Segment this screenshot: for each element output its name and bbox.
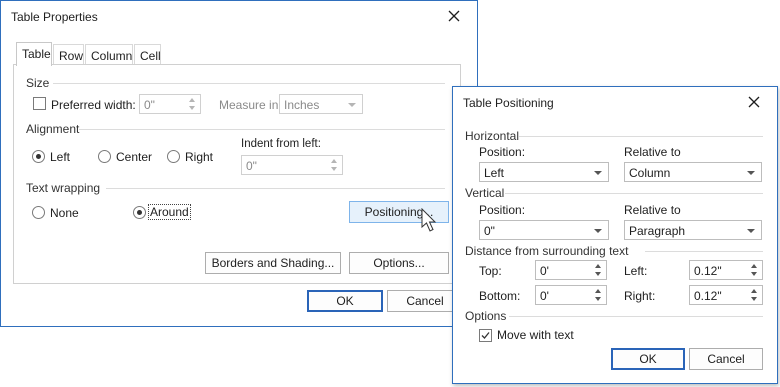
bottom-stepper[interactable]: 0' [535,285,607,305]
vertical-section-label: Vertical [465,186,505,200]
right-value: 0.12" [694,289,722,303]
vertical-relative-value: Paragraph [629,224,686,238]
vertical-relative-select[interactable]: Paragraph [624,220,762,240]
wrap-around-label: Around [148,204,191,220]
horizontal-relative-label: Relative to [624,145,681,159]
right-label: Right: [624,289,656,303]
cancel-button[interactable]: Cancel [689,348,763,370]
title-bar: Table Properties [1,1,477,33]
alignment-section-label: Alignment [26,122,80,136]
tab-panel [13,64,461,284]
dialog-title: Table Properties [11,10,98,24]
horizontal-relative-value: Column [629,166,671,180]
checkmark-icon [481,332,490,339]
move-with-text-checkbox[interactable] [479,329,492,342]
distance-section-label: Distance from surrounding text [465,244,629,258]
top-stepper[interactable]: 0' [535,260,607,280]
title-bar: Table Positioning [453,87,777,119]
right-stepper[interactable]: 0.12" [689,285,763,305]
size-divider [53,83,445,84]
tab-row-label: Row [59,49,84,63]
chevron-down-icon [747,229,755,233]
table-properties-dialog: Table Properties Table Row Column Cell S… [0,0,478,327]
chevron-down-icon [747,171,755,175]
measure-in-select[interactable]: Inches [279,94,363,114]
horizontal-position-label: Position: [479,145,526,159]
tab-cell-label: Cell [140,49,161,63]
table-positioning-dialog: Table Positioning Horizontal Position: L… [452,86,778,384]
measure-in-label: Measure in: [219,98,282,112]
align-right-label: Right [185,150,214,164]
dialog-title: Table Positioning [463,96,554,110]
tab-table[interactable]: Table [16,42,52,66]
horizontal-relative-select[interactable]: Column [624,162,762,182]
close-icon[interactable] [447,9,461,23]
vertical-position-value: 0" [484,224,495,238]
preferred-width-value: 0" [144,98,155,112]
preferred-width-stepper[interactable]: 0" [139,94,201,114]
indent-from-left-label: Indent from left: [241,138,321,150]
align-left-label: Left [50,150,71,164]
options-section-label: Options [465,309,507,323]
ok-button[interactable]: OK [307,290,383,312]
close-icon[interactable] [747,95,761,109]
vertical-divider [505,193,763,194]
left-value: 0.12" [694,264,722,278]
alignment-divider [79,129,445,130]
preferred-width-checkbox[interactable] [33,97,46,110]
chevron-down-icon [594,171,602,175]
measure-in-value: Inches [284,98,320,112]
left-stepper[interactable]: 0.12" [689,260,763,280]
top-value: 0' [540,264,549,278]
indent-from-left-value: 0" [246,159,257,173]
align-right-radio[interactable] [167,150,180,163]
horizontal-section-label: Horizontal [465,129,520,143]
horizontal-position-value: Left [484,166,505,180]
move-with-text-label: Move with text [497,328,574,342]
options-divider [509,316,763,317]
align-center-radio[interactable] [98,150,111,163]
wrap-none-label: None [50,206,79,220]
vertical-position-select[interactable]: 0" [479,220,609,240]
chevron-down-icon [348,103,356,107]
tab-column[interactable]: Column [85,44,133,65]
chevron-down-icon [594,229,602,233]
horizontal-divider [519,136,763,137]
ok-button[interactable]: OK [611,348,685,370]
tab-row[interactable]: Row [53,44,84,65]
size-section-label: Size [26,76,50,90]
distance-divider [645,251,763,252]
align-center-label: Center [116,150,153,164]
horizontal-position-select[interactable]: Left [479,162,609,182]
mouse-cursor-icon [421,208,437,232]
tab-cell[interactable]: Cell [134,44,161,65]
indent-from-left-stepper[interactable]: 0" [241,155,343,175]
vertical-relative-label: Relative to [624,203,681,217]
preferred-width-label: Preferred width: [51,98,136,112]
left-label: Left: [624,264,648,278]
top-label: Top: [479,264,502,278]
tab-table-label: Table [22,47,51,61]
tab-column-label: Column [91,49,133,63]
wrap-none-radio[interactable] [32,206,45,219]
bottom-label: Bottom: [479,289,521,303]
align-left-radio[interactable] [32,150,45,163]
vertical-position-label: Position: [479,203,526,217]
options-button[interactable]: Options... [349,252,449,274]
bottom-value: 0' [540,289,549,303]
text-wrapping-section-label: Text wrapping [26,181,101,195]
wrap-around-radio[interactable] [133,206,146,219]
borders-and-shading-button[interactable]: Borders and Shading... [205,252,341,274]
text-wrapping-divider [106,188,445,189]
